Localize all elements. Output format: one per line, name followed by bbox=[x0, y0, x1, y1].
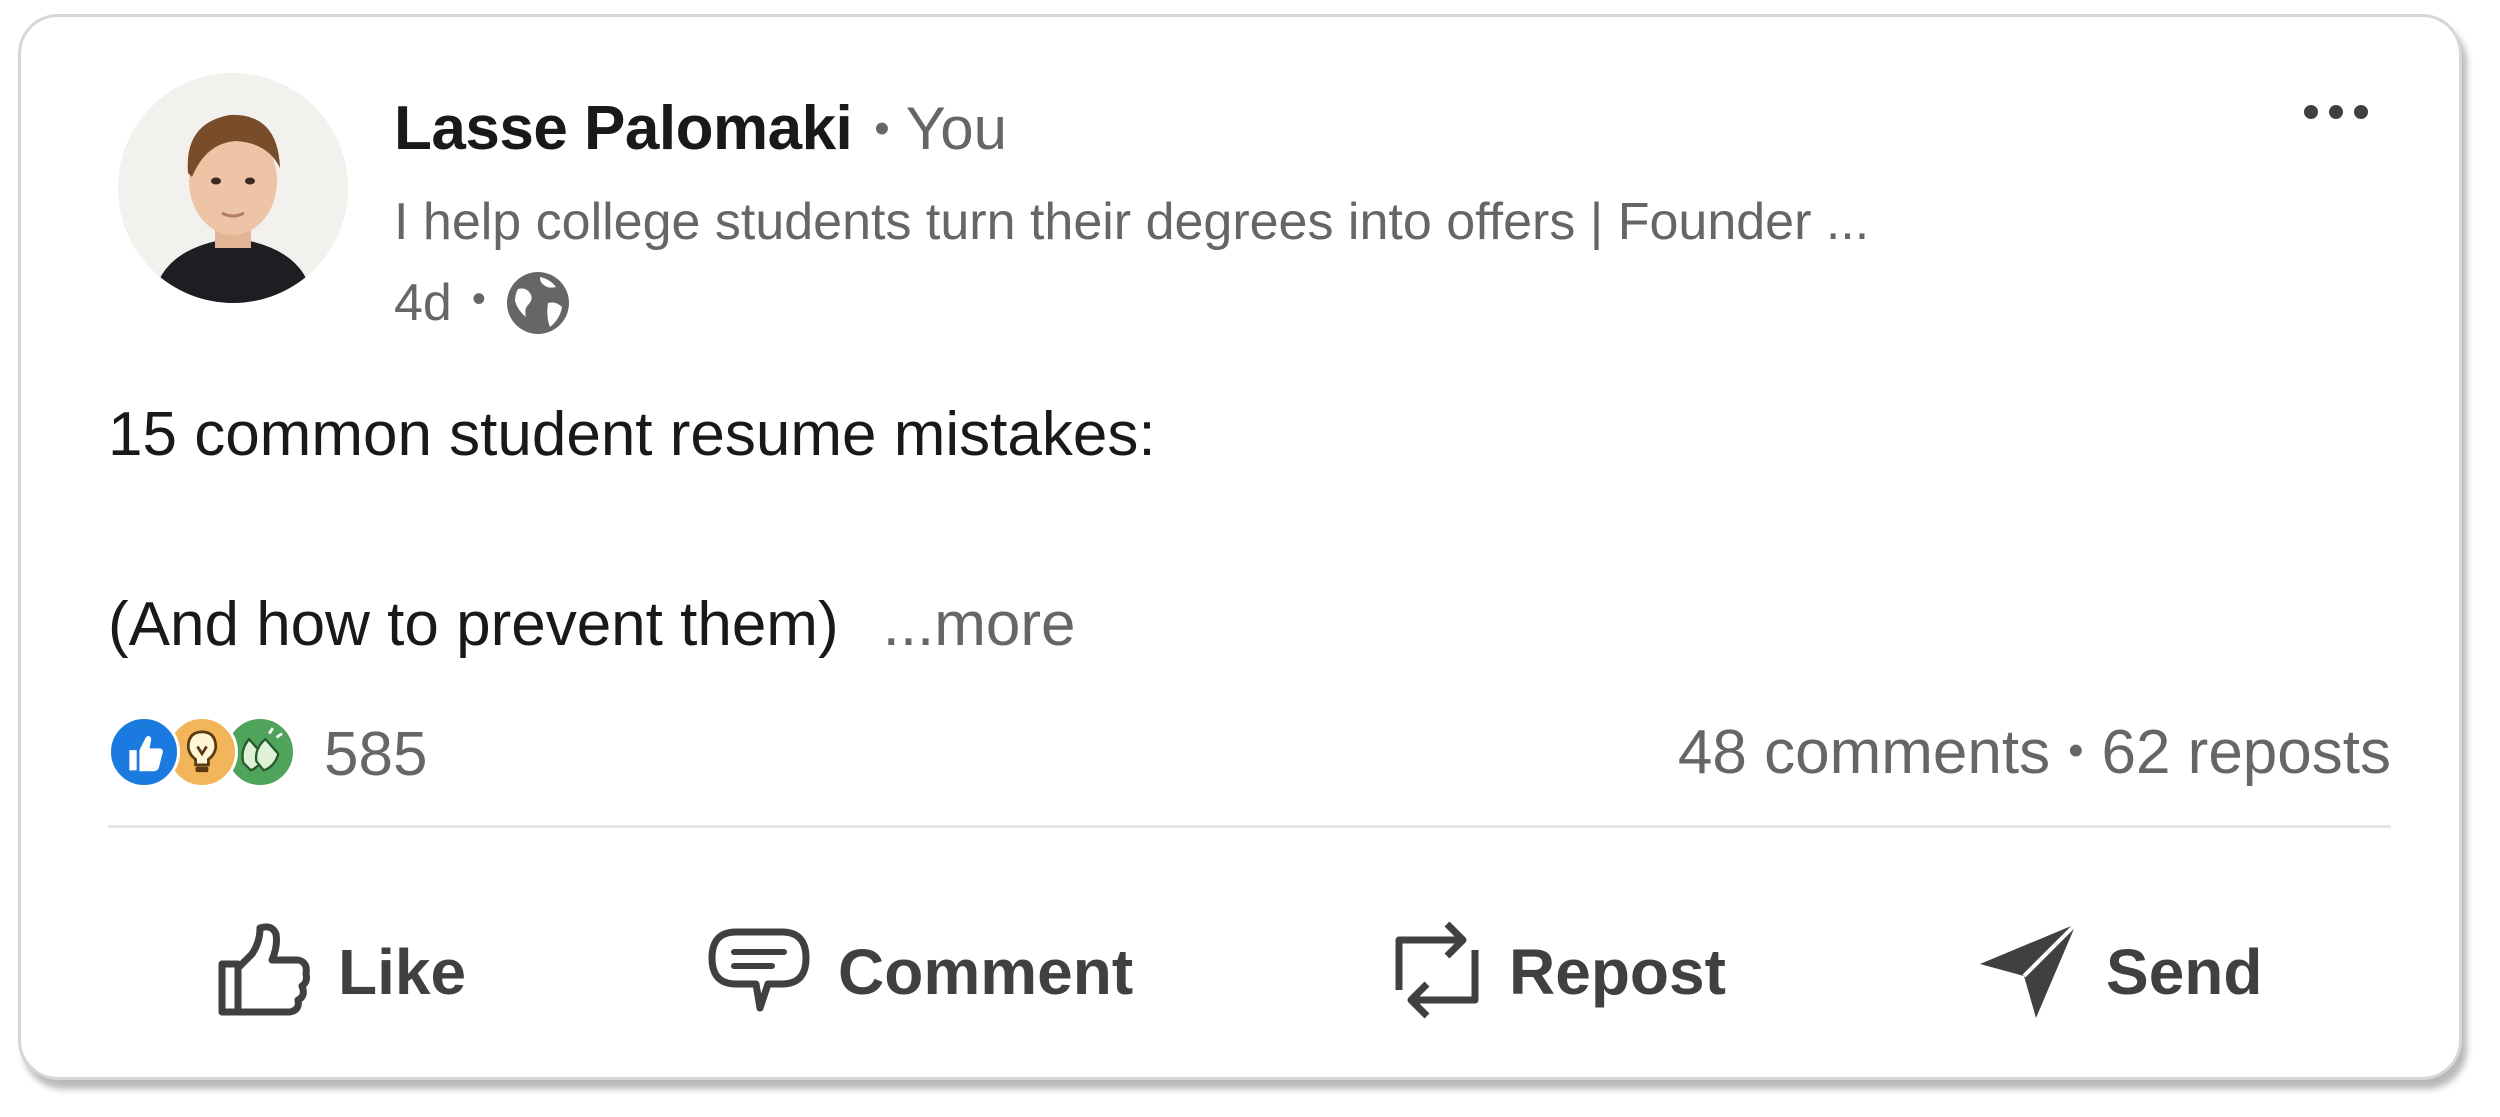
like-label: Like bbox=[338, 936, 467, 1008]
like-button[interactable]: Like bbox=[216, 912, 466, 1032]
comments-count-link[interactable]: 48 comments bbox=[1678, 718, 2050, 787]
repost-icon bbox=[1391, 914, 1483, 1031]
reactions-summary[interactable]: 585 bbox=[108, 709, 427, 799]
see-more-link[interactable]: ...more bbox=[883, 590, 1076, 659]
post-text-line: 15 common student resume mistakes: bbox=[108, 400, 1156, 469]
separator-dot: • bbox=[874, 104, 890, 153]
globe-icon bbox=[504, 269, 572, 337]
like-reaction-icon bbox=[108, 716, 180, 788]
separator-dot: • bbox=[471, 276, 486, 321]
repost-label: Repost bbox=[1509, 936, 1726, 1008]
post-meta: 4d • bbox=[394, 267, 572, 339]
more-horizontal-icon bbox=[2304, 105, 2368, 119]
reaction-icons bbox=[108, 716, 298, 792]
author-name-row: Lasse Palomaki • You bbox=[394, 93, 1007, 183]
repost-button[interactable]: Repost bbox=[1391, 912, 1726, 1032]
separator-dot: • bbox=[2068, 726, 2084, 775]
thumbs-up-icon bbox=[216, 920, 312, 1025]
author-headline: I help college students turn their degre… bbox=[394, 193, 1870, 251]
post-time[interactable]: 4d bbox=[394, 273, 452, 333]
divider bbox=[108, 825, 2391, 828]
send-icon bbox=[1976, 918, 2080, 1027]
send-button[interactable]: Send bbox=[1976, 912, 2262, 1032]
comment-icon bbox=[706, 924, 812, 1021]
send-label: Send bbox=[2106, 936, 2263, 1008]
author-avatar[interactable] bbox=[118, 73, 348, 303]
relation-label: You bbox=[905, 95, 1007, 162]
post-text: (And how to prevent them) bbox=[108, 590, 839, 659]
author-name[interactable]: Lasse Palomaki bbox=[394, 94, 853, 163]
post-stats: 48 comments • 62 reposts bbox=[1678, 717, 2391, 788]
reposts-count-link[interactable]: 62 reposts bbox=[2101, 718, 2391, 787]
comment-button[interactable]: Comment bbox=[706, 912, 1133, 1032]
comment-label: Comment bbox=[838, 936, 1134, 1008]
avatar-portrait bbox=[118, 73, 348, 303]
reaction-count: 585 bbox=[324, 719, 428, 789]
post-options-button[interactable] bbox=[2291, 77, 2381, 147]
post-text-line-2: (And how to prevent them) ...more bbox=[108, 589, 1076, 660]
post-card: Lasse Palomaki • You I help college studen… bbox=[18, 14, 2462, 1080]
